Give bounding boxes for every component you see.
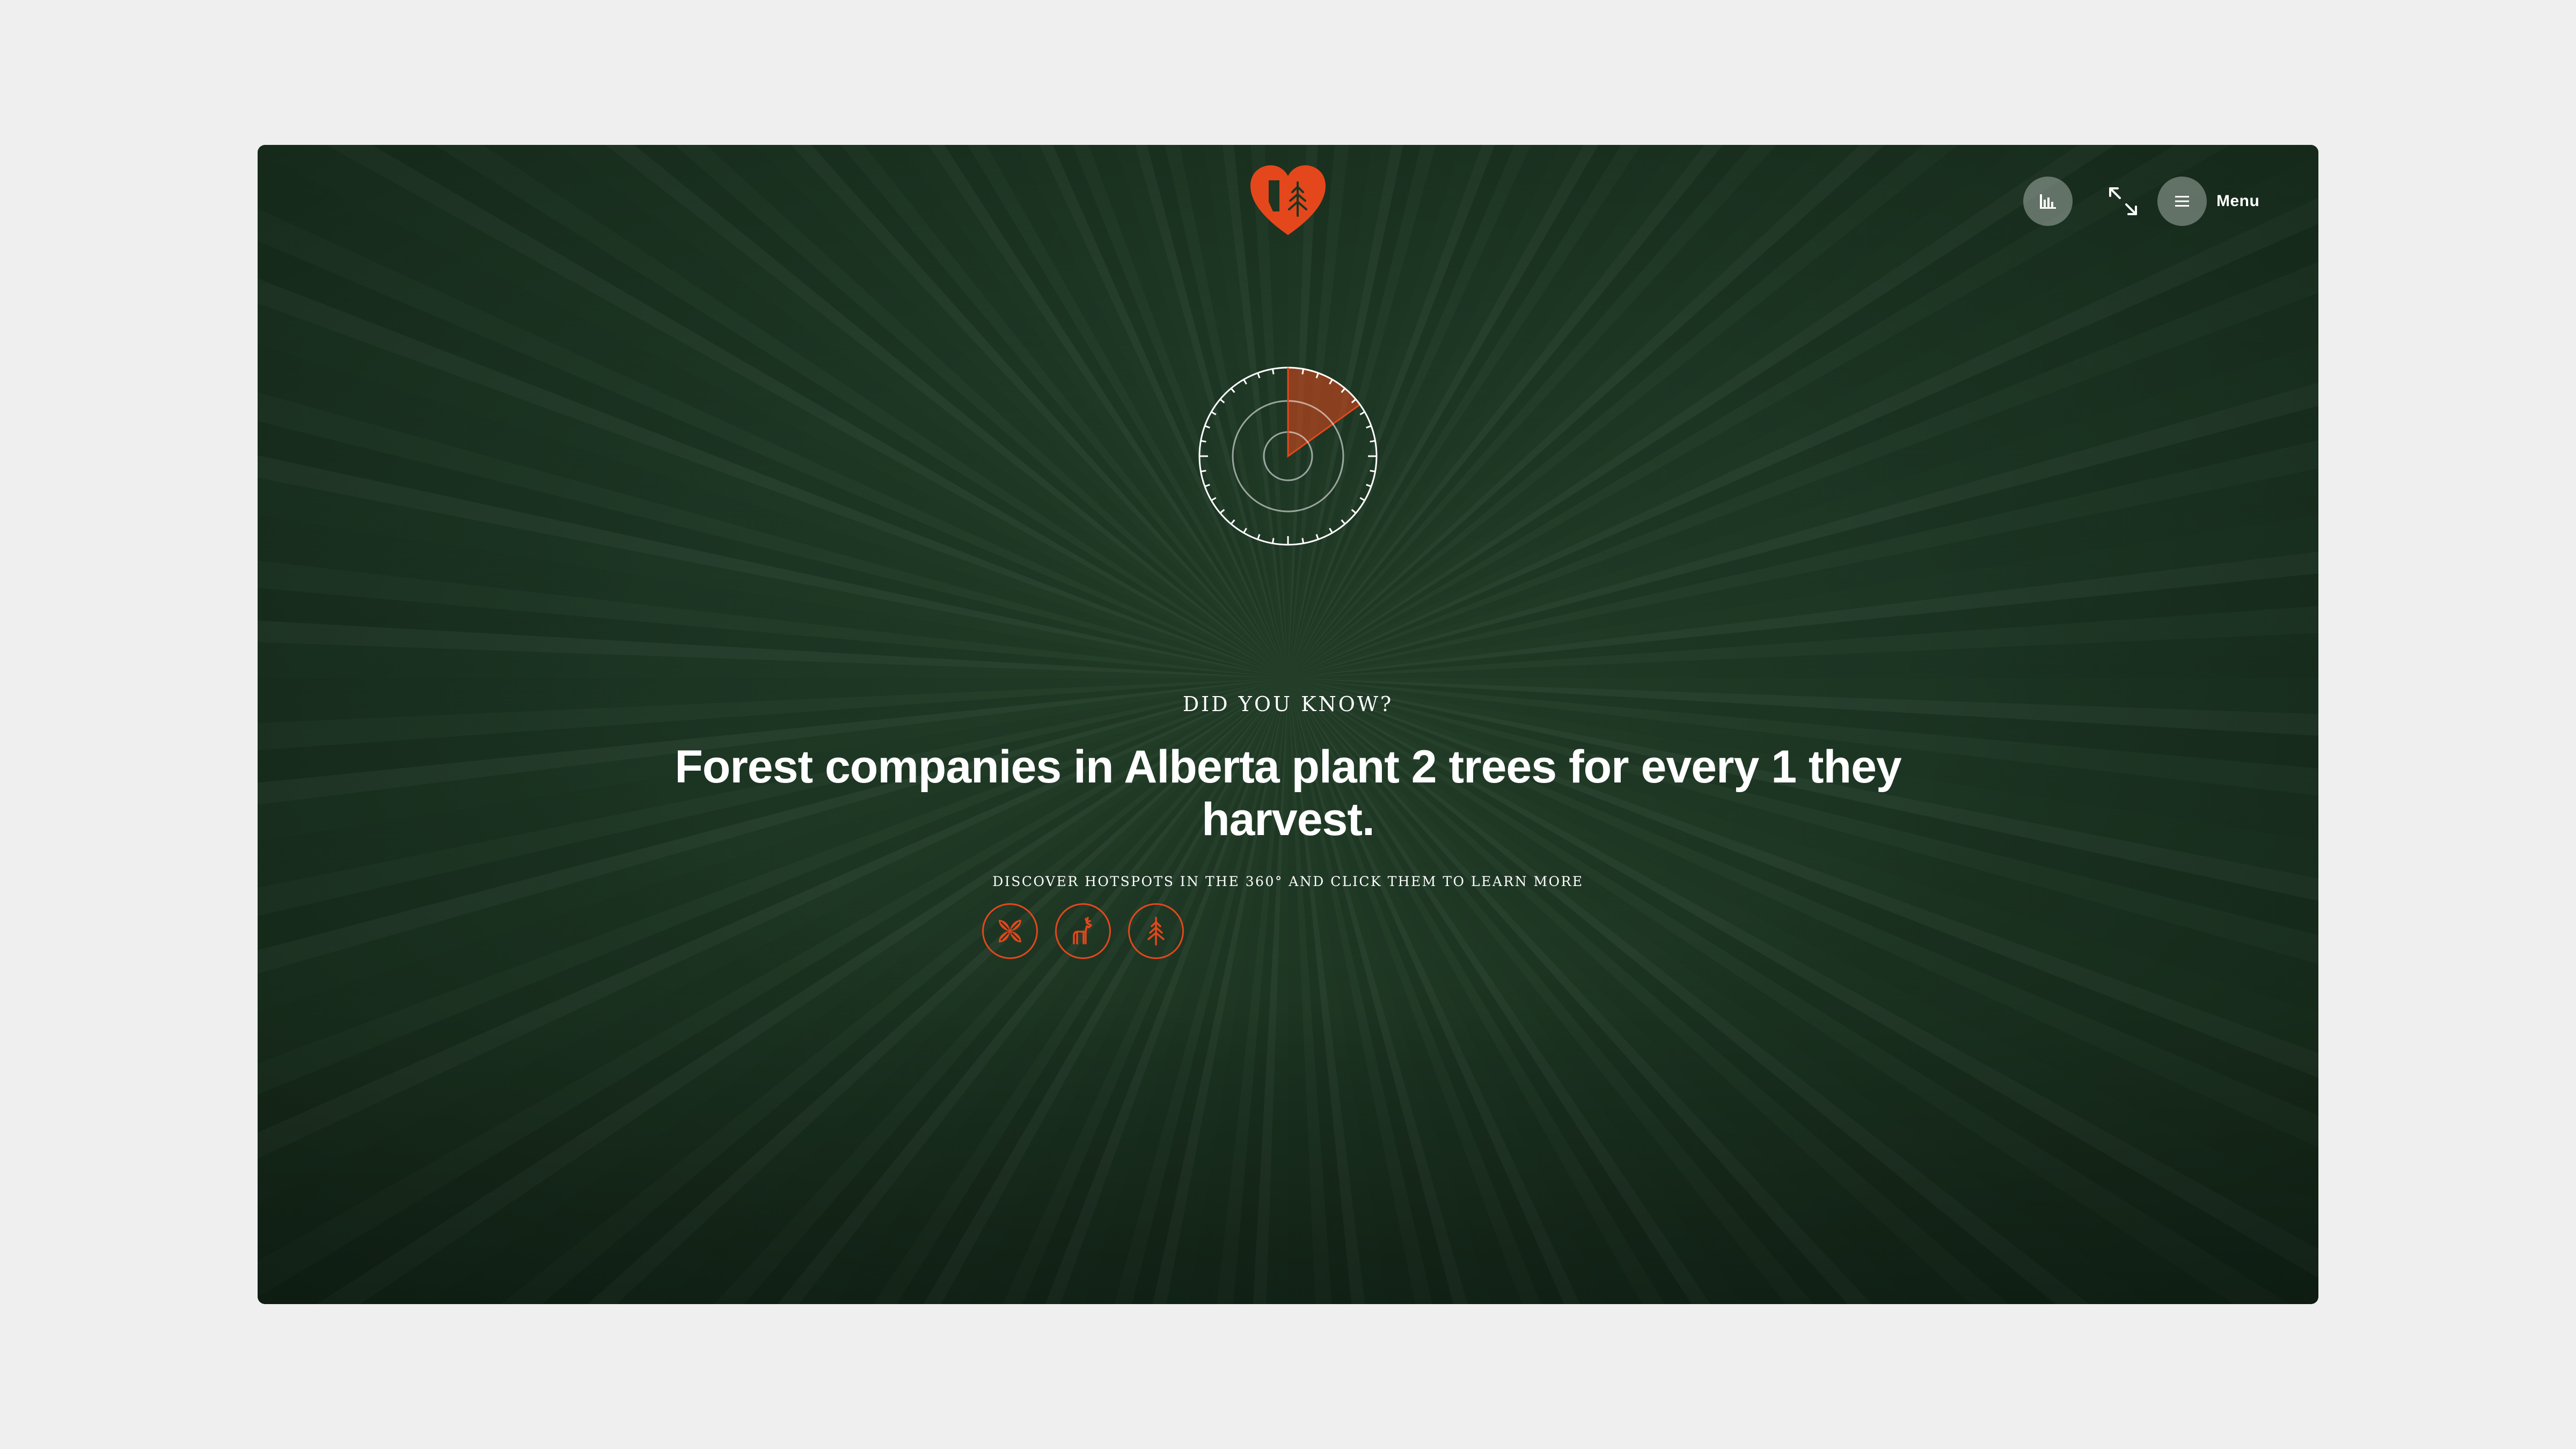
- compass-tick: [1211, 497, 1217, 501]
- stats-button[interactable]: [2023, 177, 2073, 226]
- background-vignette: [258, 145, 2318, 1304]
- compass-tick: [1370, 470, 1375, 473]
- motion-blur-forest-background: [258, 145, 2318, 1304]
- compass-tick: [1301, 538, 1305, 544]
- compass-tick: [1341, 519, 1346, 525]
- fullscreen-expand-icon: [2109, 187, 2137, 215]
- fullscreen-button[interactable]: [2098, 177, 2148, 226]
- compass-tick: [1201, 470, 1206, 473]
- did-you-know-label: DID YOU KNOW?: [1182, 692, 1394, 716]
- menu-button[interactable]: Menu: [2157, 177, 2259, 226]
- compass-tick: [1257, 534, 1261, 540]
- hotspot-tree-button[interactable]: [1128, 903, 1184, 959]
- deer-icon: [1073, 917, 1092, 945]
- compass-tick: [1359, 411, 1365, 415]
- compass-tick: [1366, 425, 1372, 429]
- compass-tick: [1219, 509, 1225, 514]
- pine-tree-icon: [1147, 917, 1165, 946]
- compass-tick: [1271, 538, 1275, 544]
- compass-tick: [1271, 369, 1275, 375]
- seed-leaves-icon: [999, 920, 1021, 942]
- compass-tick: [1204, 425, 1210, 429]
- compass-tick: [1230, 519, 1235, 525]
- hotspot-legend: [982, 903, 1184, 959]
- fact-headline: Forest companies in Alberta plant 2 tree…: [675, 741, 1902, 845]
- compass-tick: [1366, 484, 1372, 487]
- compass-tick: [1359, 497, 1365, 501]
- compass-tick: [1243, 379, 1247, 385]
- compass-tick: [1329, 528, 1333, 533]
- radar-compass-icon[interactable]: [1198, 367, 1378, 546]
- compass-tick: [1351, 509, 1357, 514]
- hotspot-deer-button[interactable]: [1055, 903, 1111, 959]
- compass-tick: [1301, 369, 1305, 375]
- hotspot-hint: DISCOVER HOTSPOTS IN THE 360° AND CLICK …: [992, 874, 1584, 889]
- bar-chart-icon: [2040, 194, 2056, 209]
- menu-label[interactable]: Menu: [2216, 192, 2259, 210]
- compass-tick: [1315, 534, 1319, 540]
- compass-tick: [1257, 372, 1261, 378]
- hamburger-icon: [2175, 196, 2189, 207]
- compass-tick: [1204, 484, 1210, 487]
- forest-360-viewer[interactable]: Menu DID YOU KNOW? Forest companies in A…: [258, 145, 2318, 1304]
- compass-tick: [1219, 398, 1225, 404]
- hotspot-seed-button[interactable]: [982, 903, 1038, 959]
- menu-icon-circle[interactable]: [2157, 177, 2207, 226]
- compass-tick: [1243, 528, 1247, 533]
- compass-tick: [1370, 440, 1375, 443]
- compass-tick: [1230, 387, 1235, 393]
- compass-tick: [1211, 411, 1217, 415]
- alberta-heart-tree-logo[interactable]: [1248, 164, 1328, 237]
- compass-tick: [1201, 440, 1206, 443]
